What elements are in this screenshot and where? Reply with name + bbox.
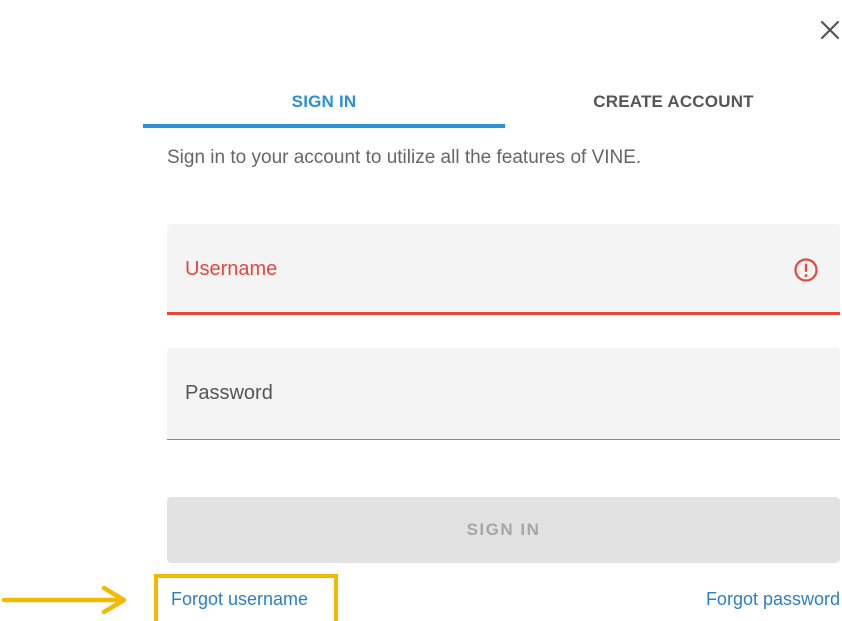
close-icon[interactable] [818, 18, 842, 42]
sign-in-description: Sign in to your account to utilize all t… [167, 147, 642, 168]
sign-in-button[interactable]: SIGN IN [167, 497, 840, 563]
password-label: Password [185, 382, 273, 404]
username-label: Username [185, 258, 278, 280]
forgot-username-link[interactable]: Forgot username [171, 589, 308, 610]
forgot-password-link[interactable]: Forgot password [706, 589, 840, 610]
tab-create-account[interactable]: CREATE ACCOUNT [505, 76, 842, 128]
auth-tabs: SIGN IN CREATE ACCOUNT [143, 76, 842, 128]
username-field[interactable]: Username [167, 224, 840, 315]
password-field[interactable]: Password [167, 348, 840, 440]
sign-in-dialog: SIGN IN CREATE ACCOUNT Sign in to your a… [0, 0, 842, 621]
error-icon [794, 258, 818, 282]
arrow-right-icon [1, 585, 127, 615]
tab-sign-in[interactable]: SIGN IN [143, 76, 505, 128]
